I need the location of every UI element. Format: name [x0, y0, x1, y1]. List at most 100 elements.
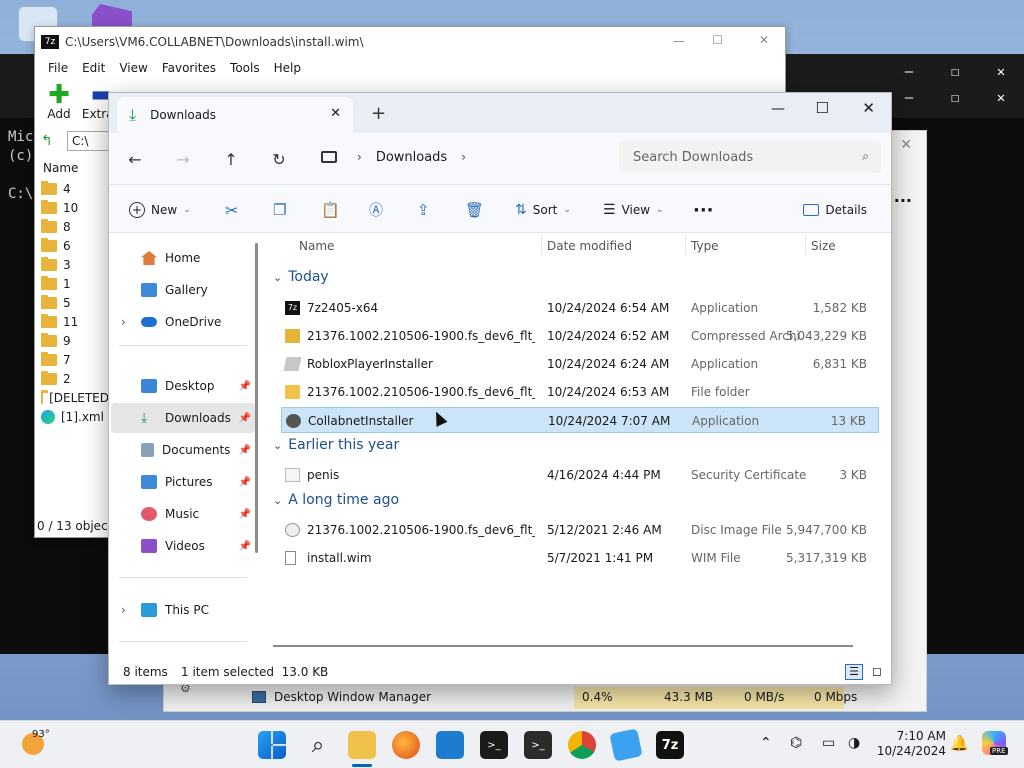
forward-icon[interactable]: → [169, 147, 197, 171]
network-icon[interactable]: ⌬ [790, 735, 802, 751]
breadcrumb[interactable]: Downloads [376, 150, 447, 165]
new-button[interactable]: + New ⌄ [129, 197, 191, 223]
column-date[interactable]: Date modified [547, 239, 632, 253]
search-icon[interactable]: ⌕ [862, 149, 869, 164]
search-box[interactable]: Search Downloads ⌕ [619, 141, 881, 173]
bell-icon[interactable]: 🔔 [950, 734, 969, 752]
command-prompt-icon[interactable]: >_ [480, 731, 508, 759]
menu-view[interactable]: View [112, 61, 154, 75]
list-item[interactable]: 5 [35, 293, 109, 312]
list-item[interactable]: 9 [35, 331, 109, 350]
pin-icon[interactable]: 📌 [239, 509, 251, 520]
list-item[interactable]: [1].xml [35, 407, 109, 426]
file-row[interactable]: RobloxPlayerInstaller 10/24/2024 6:24 AM… [281, 351, 879, 377]
chrome-icon[interactable] [568, 731, 596, 759]
list-item[interactable]: 8 [35, 217, 109, 236]
sidebar-scrollbar[interactable] [255, 243, 258, 553]
close-icon[interactable]: ✕ [900, 137, 912, 153]
file-row[interactable]: penis 4/16/2024 4:44 PM Security Certifi… [281, 462, 879, 488]
copy-button[interactable]: ❐ [273, 197, 286, 223]
up-icon[interactable]: ↑ [217, 147, 245, 171]
resource-monitor-icon[interactable] [436, 731, 464, 759]
search-icon[interactable]: ⌕ [304, 731, 332, 759]
sidebar-item-videos[interactable]: Videos 📌 [111, 531, 255, 561]
menu-favorites[interactable]: Favorites [155, 61, 223, 75]
sidebar-item-documents[interactable]: Documents 📌 [111, 435, 255, 465]
seven-zip-titlebar[interactable]: 7z C:\Users\VM6.COLLABNET\Downloads\inst… [35, 27, 785, 57]
more-options-icon[interactable]: ··· [894, 191, 912, 210]
pin-icon[interactable]: 📌 [239, 477, 251, 488]
file-row[interactable]: install.wim 5/7/2021 1:41 PM WIM File 5,… [281, 545, 879, 571]
menu-tools[interactable]: Tools [223, 61, 267, 75]
close-icon[interactable]: ✕ [759, 33, 769, 47]
share-button[interactable]: ⇪ [417, 197, 430, 223]
sidebar-item-onedrive[interactable]: › OneDrive [111, 307, 255, 337]
view-button[interactable]: ☰ View ⌄ [603, 197, 664, 223]
close-icon[interactable]: ✕ [862, 99, 875, 117]
list-item[interactable]: 11 [35, 312, 109, 331]
menu-file[interactable]: File [41, 61, 75, 75]
list-item[interactable]: 7 [35, 350, 109, 369]
list-item[interactable]: 6 [35, 236, 109, 255]
new-tab-icon[interactable]: + [371, 103, 386, 124]
column-size[interactable]: Size [811, 239, 836, 253]
column-type[interactable]: Type [691, 239, 719, 253]
refresh-icon[interactable]: ↻ [265, 147, 293, 171]
tiles-view-icon[interactable]: ◻ [869, 664, 885, 680]
details-button[interactable]: Details [803, 197, 867, 223]
sidebar-item-this-pc[interactable]: › This PC [111, 595, 255, 625]
list-item[interactable]: 4 [35, 179, 109, 198]
column-name[interactable]: Name [299, 239, 334, 253]
details-view-icon[interactable]: ☰ [845, 664, 863, 680]
group-header-today[interactable]: ⌄ Today [273, 269, 329, 285]
minimize-icon[interactable]: — [886, 80, 932, 116]
cut-button[interactable]: ✂ [225, 197, 238, 223]
chevron-right-icon[interactable]: › [121, 603, 126, 617]
minimize-icon[interactable]: — [673, 34, 685, 48]
column-name[interactable]: Name [43, 161, 78, 175]
firefox-icon[interactable] [392, 731, 420, 759]
volume-icon[interactable]: ◑ [848, 735, 860, 751]
close-tab-icon[interactable]: ✕ [330, 106, 341, 121]
clock[interactable]: 7:10 AM 10/24/2024 [876, 729, 946, 759]
sidebar-item-pictures[interactable]: Pictures 📌 [111, 467, 255, 497]
add-button[interactable]: ✚ Add [41, 82, 77, 121]
group-header-earlier-this-year[interactable]: ⌄ Earlier this year [273, 437, 399, 453]
file-row[interactable]: 7z 7z2405-x64 10/24/2024 6:54 AM Applica… [281, 295, 879, 321]
back-icon[interactable]: ← [121, 147, 149, 171]
file-row[interactable]: 21376.1002.210506-1900.fs_dev6_flt_CLIE.… [281, 379, 879, 405]
up-folder-icon[interactable]: ↰ [41, 133, 53, 149]
horizontal-scrollbar[interactable] [273, 645, 853, 647]
file-explorer-icon[interactable] [348, 731, 376, 759]
minimize-icon[interactable]: — [771, 101, 785, 117]
chevron-up-icon[interactable]: ⌃ [760, 735, 772, 751]
tab-downloads[interactable]: ⤓ Downloads ✕ [117, 97, 353, 133]
list-item[interactable]: 3 [35, 255, 109, 274]
sidebar-item-music[interactable]: Music 📌 [111, 499, 255, 529]
sidebar-item-downloads[interactable]: ⤓ Downloads 📌 [111, 403, 255, 433]
delete-button[interactable]: 🗑 [465, 197, 484, 223]
explorer-window[interactable]: ⤓ Downloads ✕ + — ☐ ✕ ← → ↑ ↻ › Download… [108, 92, 892, 685]
terminal-icon[interactable]: >_ [524, 731, 552, 759]
paste-button[interactable]: 📋 [321, 197, 340, 223]
pin-icon[interactable]: 📌 [239, 445, 251, 456]
process-row[interactable]: Desktop Window Manager 0.4% 43.3 MB 0 MB… [244, 687, 924, 709]
rename-button[interactable]: Ⓐ [369, 197, 383, 223]
group-header-a-long-time-ago[interactable]: ⌄ A long time ago [273, 492, 399, 508]
file-row-selected[interactable]: CollabnetInstaller 10/24/2024 7:07 AM Ap… [281, 407, 879, 433]
list-item[interactable]: 2 [35, 369, 109, 388]
chevron-right-icon[interactable]: › [121, 315, 126, 329]
list-item[interactable]: 1 [35, 274, 109, 293]
pin-icon[interactable]: 📌 [239, 381, 251, 392]
list-item[interactable]: 10 [35, 198, 109, 217]
sidebar-item-home[interactable]: Home [111, 243, 255, 273]
menu-edit[interactable]: Edit [75, 61, 112, 75]
seven-zip-taskbar-icon[interactable]: 7z [656, 731, 684, 759]
start-icon[interactable] [258, 731, 286, 759]
pin-icon[interactable]: 📌 [239, 541, 251, 552]
file-row[interactable]: 21376.1002.210506-1900.fs_dev6_flt_CLIE.… [281, 323, 879, 349]
maximize-icon[interactable]: ☐ [816, 99, 829, 117]
menu-help[interactable]: Help [267, 61, 308, 75]
sort-button[interactable]: ⇅ Sort ⌄ [515, 197, 571, 223]
close-icon[interactable]: ✕ [978, 80, 1024, 116]
